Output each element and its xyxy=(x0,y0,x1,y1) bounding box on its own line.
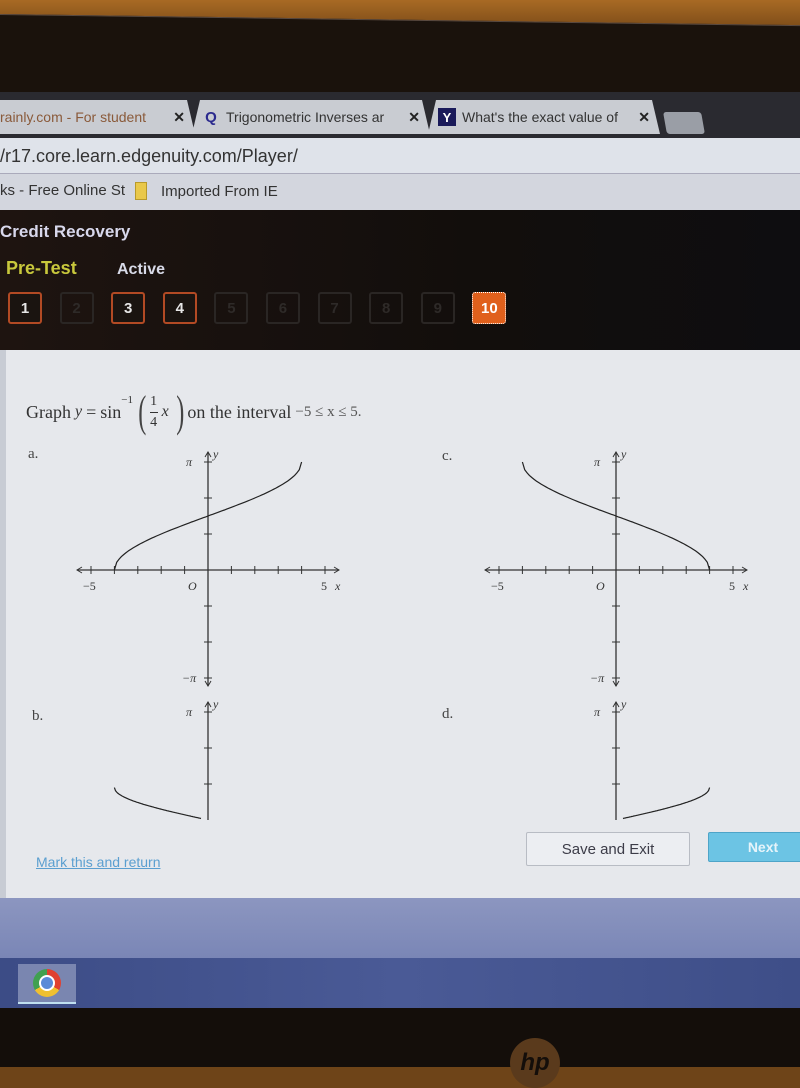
option-a-label[interactable]: a. xyxy=(28,446,38,463)
question-panel: Graph y = sin −1 ( 1 4 x ) on the interv… xyxy=(6,350,800,898)
prompt-prefix: Graph xyxy=(26,401,71,422)
inverse-exponent: −1 xyxy=(121,394,133,406)
tab-label: Trigonometric Inverses ar xyxy=(226,109,385,125)
question-button-8[interactable]: 8 xyxy=(369,292,404,324)
y-tick-label-pi: π xyxy=(594,705,601,719)
monitor-bezel-bottom: hp xyxy=(0,1008,800,1088)
taskbar xyxy=(0,958,800,1008)
fraction-bar xyxy=(149,411,158,413)
hp-logo: hp xyxy=(510,1038,560,1088)
y-axis-label: y xyxy=(620,697,627,711)
x-tick-label-max: 5 xyxy=(321,579,327,593)
question-button-6[interactable]: 6 xyxy=(265,292,300,324)
close-icon[interactable]: ✕ xyxy=(173,109,185,126)
y-variable: y xyxy=(74,403,83,420)
browser-tab-yahoo[interactable]: Y What's the exact value of ✕ xyxy=(428,100,660,134)
origin-label: O xyxy=(596,579,605,593)
question-button-10[interactable]: 10 xyxy=(472,292,507,324)
option-c-label[interactable]: c. xyxy=(442,448,452,465)
graph-option-c[interactable]: y π −π −5 5 x O xyxy=(470,438,749,698)
tab-label: What's the exact value of xyxy=(462,109,618,125)
prompt-suffix: on the interval xyxy=(187,401,292,422)
y-axis-label: y xyxy=(620,447,627,461)
bookmarks-bar: ks - Free Online St Imported From IE xyxy=(0,174,800,210)
y-axis-label: y xyxy=(212,697,219,711)
q-icon: Q xyxy=(205,108,217,126)
y-tick-label-neg-pi: −π xyxy=(590,671,605,685)
fraction-numerator: 1 xyxy=(150,394,158,410)
question-button-7[interactable]: 7 xyxy=(317,292,352,324)
graph-option-b[interactable]: yπ xyxy=(62,697,312,832)
close-icon[interactable]: ✕ xyxy=(638,109,650,126)
function-name: sin xyxy=(100,401,122,422)
left-paren: ( xyxy=(138,387,147,436)
mark-and-return-link[interactable]: Mark this and return xyxy=(36,854,161,870)
x-tick-label-max: 5 xyxy=(729,579,735,593)
url-text[interactable]: /r17.core.learn.edgenuity.com/Player/ xyxy=(0,146,298,167)
screen: rainly.com - For student ✕ Q Trigonometr… xyxy=(0,92,800,1008)
taskbar-chrome-button[interactable] xyxy=(18,964,76,1004)
y-axis-label: y xyxy=(212,447,219,461)
graph-option-a[interactable]: y π −π −5 5 x O xyxy=(62,438,341,698)
question-button-9[interactable]: 9 xyxy=(420,292,455,324)
x-tick-label-min: −5 xyxy=(491,579,504,593)
origin-label: O xyxy=(188,579,197,593)
y-tick-label-neg-pi: −π xyxy=(182,671,197,685)
curve xyxy=(622,787,711,820)
fraction-denominator: 4 xyxy=(150,414,158,430)
question-navigation: 1 2 3 4 5 6 7 8 9 10 xyxy=(8,292,524,324)
browser-tab-trig-inverses[interactable]: Q Trigonometric Inverses ar ✕ xyxy=(192,100,430,134)
bookmark-imported-from-ie[interactable]: Imported From IE xyxy=(135,182,278,200)
status-label: Active xyxy=(117,261,166,278)
question-button-3[interactable]: 3 xyxy=(111,292,146,324)
equals-sign: = xyxy=(86,401,97,422)
browser-tab-bar: rainly.com - For student ✕ Q Trigonometr… xyxy=(0,92,800,138)
fraction: 1 4 xyxy=(149,394,158,430)
bookmark-label: Imported From IE xyxy=(161,182,278,200)
right-paren: ) xyxy=(176,387,185,436)
y-tick-label-pi: π xyxy=(186,455,193,469)
new-tab-button[interactable] xyxy=(663,112,705,134)
chrome-icon xyxy=(33,969,61,997)
x-axis-label: x xyxy=(334,579,341,593)
graph-option-d[interactable]: yπ xyxy=(470,697,720,832)
question-button-5[interactable]: 5 xyxy=(214,292,249,324)
address-bar[interactable]: /r17.core.learn.edgenuity.com/Player/ xyxy=(0,138,800,174)
tab-label: rainly.com - For student xyxy=(0,109,147,125)
app-header: Credit Recovery Pre-Test Active 1 2 3 4 … xyxy=(0,210,800,350)
y-tick-label-pi: π xyxy=(186,705,193,719)
save-and-exit-button[interactable]: Save and Exit xyxy=(526,832,690,866)
browser-tab-brainly[interactable]: rainly.com - For student ✕ xyxy=(0,100,195,134)
section-title: Pre-Test xyxy=(6,258,77,278)
x-axis-label: x xyxy=(742,579,749,593)
curve xyxy=(113,787,202,820)
folder-icon xyxy=(135,182,147,200)
question-button-2[interactable]: 2 xyxy=(59,292,94,324)
close-icon[interactable]: ✕ xyxy=(408,109,420,126)
page-background xyxy=(0,898,800,958)
question-button-1[interactable]: 1 xyxy=(8,292,42,324)
y-tick-label-pi: π xyxy=(594,455,601,469)
question-button-4[interactable]: 4 xyxy=(162,292,197,324)
interval: −5 ≤ x ≤ 5. xyxy=(295,403,362,420)
question-prompt: Graph y = sin −1 ( 1 4 x ) on the interv… xyxy=(26,390,362,434)
bookmark-free-online[interactable]: ks - Free Online St xyxy=(0,182,125,199)
bookmark-label: ks - Free Online St xyxy=(0,182,126,199)
option-d-label[interactable]: d. xyxy=(442,706,453,723)
option-b-label[interactable]: b. xyxy=(32,708,43,725)
x-variable: x xyxy=(161,403,169,420)
yahoo-icon: Y xyxy=(438,108,456,126)
course-title: Credit Recovery xyxy=(0,222,131,241)
next-button[interactable]: Next xyxy=(708,832,800,862)
x-tick-label-min: −5 xyxy=(83,579,96,593)
